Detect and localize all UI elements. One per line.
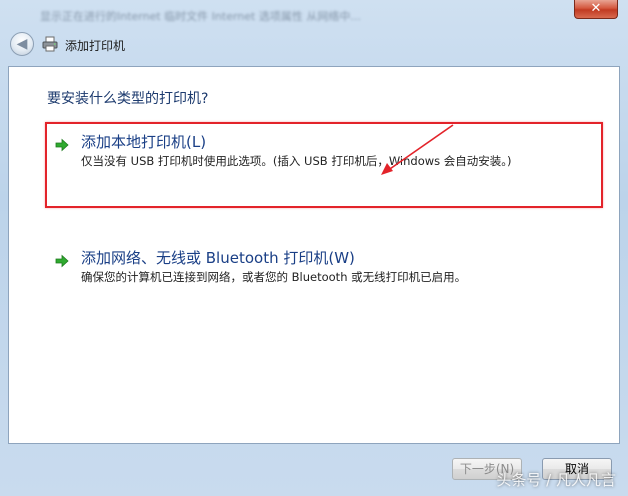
green-arrow-icon: [55, 254, 69, 268]
option-add-network-printer[interactable]: 添加网络、无线或 Bluetooth 打印机(W) 确保您的计算机已连接到网络，…: [47, 247, 603, 287]
option-description: 确保您的计算机已连接到网络，或者您的 Bluetooth 或无线打印机已启用。: [81, 270, 467, 284]
page-question: 要安装什么类型的打印机?: [47, 91, 209, 107]
back-button[interactable]: ◀: [10, 32, 34, 56]
window-title: 添加打印机: [65, 39, 126, 53]
red-annotation-arrow-icon: [381, 124, 454, 175]
titlebar-background-text: 显示正在进行的Internet 临时文件 Internet 选项属性 从网络中.…: [40, 10, 361, 23]
window-frame: 显示正在进行的Internet 临时文件 Internet 选项属性 从网络中.…: [0, 0, 628, 496]
printer-icon: [42, 36, 58, 52]
option-title: 添加网络、无线或 Bluetooth 打印机(W): [81, 249, 355, 267]
watermark: 头条号 / 凡人凡言: [496, 471, 616, 489]
wizard-footer: 下一步(N) 取消 头条号 / 凡人凡言: [0, 444, 628, 496]
option-add-local-printer[interactable]: 添加本地打印机(L) 仅当没有 USB 打印机时使用此选项。(插入 USB 打印…: [47, 131, 603, 211]
back-arrow-icon: ◀: [16, 36, 28, 52]
wizard-content: 要安装什么类型的打印机? 添加本地打印机(L) 仅当没有 USB 打印机时使用此…: [8, 66, 620, 444]
close-button[interactable]: ✕: [574, 0, 618, 19]
option-title: 添加本地打印机(L): [81, 133, 207, 151]
green-arrow-icon: [55, 138, 69, 152]
